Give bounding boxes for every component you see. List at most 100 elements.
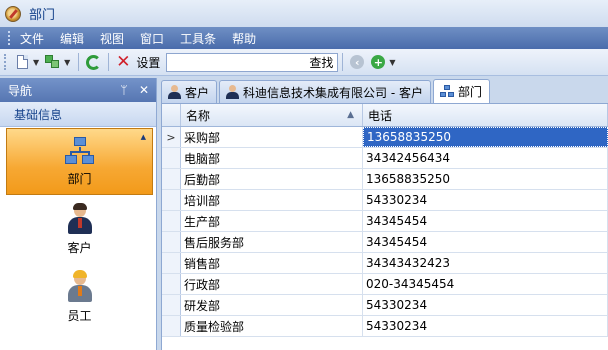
cell-phone[interactable]: 13658835250 [363, 169, 608, 189]
scroll-up-arrow-icon[interactable]: ▲ [141, 133, 146, 141]
window-title: 部门 [29, 8, 56, 23]
table-row[interactable]: 后勤部 13658835250 [162, 169, 608, 190]
row-indicator[interactable]: > [162, 127, 181, 147]
cell-name[interactable]: 采购部 [181, 127, 363, 147]
tab-department[interactable]: 部门 [432, 79, 490, 103]
cell-name[interactable]: 销售部 [181, 253, 363, 273]
menu-edit[interactable]: 编辑 [60, 30, 84, 47]
cell-name[interactable]: 研发部 [181, 295, 363, 315]
nav-item-label: 员工 [67, 308, 92, 323]
column-header-label: 名称 [186, 108, 211, 123]
row-indicator[interactable] [162, 211, 181, 231]
tab-label: 科迪信息技术集成有限公司 - 客户 [243, 85, 423, 100]
nav-header: 导航 ᛘ ✕ [0, 78, 156, 102]
tab-customer[interactable]: 客户 [161, 80, 218, 103]
cell-phone[interactable]: 54330234 [363, 190, 608, 210]
menu-help[interactable]: 帮助 [232, 30, 256, 47]
menu-file[interactable]: 文件 [20, 30, 44, 47]
new-dropdown-arrow-icon[interactable]: ▼ [33, 58, 39, 67]
row-indicator[interactable] [162, 148, 181, 168]
cell-name[interactable]: 培训部 [181, 190, 363, 210]
nav-group-label: 基础信息 [14, 107, 63, 122]
add-icon: + [371, 55, 386, 69]
nav-title: 导航 [8, 83, 33, 98]
sort-ascending-icon: ▲ [347, 110, 354, 120]
row-indicator[interactable] [162, 253, 181, 273]
nav-item-employee[interactable]: 员工 [6, 264, 153, 331]
menu-view[interactable]: 视图 [100, 30, 124, 47]
toolbar-overflow-arrow-icon[interactable]: ▼ [389, 58, 395, 67]
refresh-button[interactable] [83, 52, 103, 72]
close-x-icon: ✕ [116, 51, 131, 72]
back-button[interactable]: ‹ [347, 52, 367, 72]
tab-company-customer[interactable]: 科迪信息技术集成有限公司 - 客户 [219, 80, 431, 103]
table-row[interactable]: 行政部 020-34345454 [162, 274, 608, 295]
table-row[interactable]: 电脑部 34342456434 [162, 148, 608, 169]
search-button[interactable]: 查找 [309, 54, 333, 71]
compass-app-icon [5, 5, 21, 22]
cell-phone[interactable]: 54330234 [363, 316, 608, 336]
org-chart-icon [439, 85, 454, 98]
cell-name[interactable]: 质量检验部 [181, 316, 363, 336]
settings-button[interactable]: 设置 [136, 54, 160, 71]
nav-group-basic-info[interactable]: 基础信息 [0, 102, 156, 127]
cell-phone[interactable]: 54330234 [363, 295, 608, 315]
document-tabs: 客户 科迪信息技术集成有限公司 - 客户 部门 [161, 78, 608, 103]
cell-name[interactable]: 电脑部 [181, 148, 363, 168]
customer-icon [226, 85, 240, 99]
table-row[interactable]: > 采购部 13658835250 [162, 127, 608, 148]
pin-icon[interactable]: ᛘ [116, 83, 132, 97]
row-indicator[interactable] [162, 316, 181, 336]
tab-label: 客户 [185, 85, 210, 100]
modules-dropdown-arrow-icon[interactable]: ▼ [64, 58, 70, 67]
add-button[interactable]: + [368, 52, 388, 72]
menu-window[interactable]: 窗口 [140, 30, 164, 47]
table-row[interactable]: 生产部 34345454 [162, 211, 608, 232]
grid-header: 名称 ▲ 电话 [162, 104, 608, 127]
cell-phone[interactable]: 34345454 [363, 211, 608, 231]
row-indicator[interactable] [162, 295, 181, 315]
navigation-panel: 导航 ᛘ ✕ 基础信息 ▲ 部门 客户 员工 [0, 78, 157, 350]
table-row[interactable]: 销售部 34343432423 [162, 253, 608, 274]
column-header-phone[interactable]: 电话 [363, 104, 608, 126]
table-row[interactable]: 质量检验部 54330234 [162, 316, 608, 337]
table-row[interactable]: 培训部 54330234 [162, 190, 608, 211]
menu-grip-icon [8, 31, 12, 45]
delete-button[interactable]: ✕ [113, 52, 133, 72]
customer-icon [66, 202, 94, 234]
cell-name[interactable]: 售后服务部 [181, 232, 363, 252]
cell-phone[interactable]: 34342456434 [363, 148, 608, 168]
search-input[interactable]: 查找 [166, 52, 339, 72]
title-bar: 部门 [0, 0, 608, 27]
nav-item-label: 客户 [67, 240, 92, 255]
table-row[interactable]: 研发部 54330234 [162, 295, 608, 316]
cell-phone[interactable]: 13658835250 [363, 127, 608, 147]
column-header-name[interactable]: 名称 ▲ [181, 104, 363, 126]
modules-button[interactable] [43, 52, 63, 72]
new-button[interactable] [12, 52, 32, 72]
toolbar-separator [342, 53, 344, 71]
cell-phone[interactable]: 020-34345454 [363, 274, 608, 294]
cubes-icon [45, 55, 61, 69]
nav-item-label: 部门 [67, 171, 92, 186]
department-grid: 名称 ▲ 电话 > 采购部 13658835250 电脑部 34342456434 后勤部… [161, 103, 608, 350]
menu-toolbars[interactable]: 工具条 [180, 30, 216, 47]
row-indicator[interactable] [162, 169, 181, 189]
row-indicator[interactable] [162, 190, 181, 210]
org-chart-icon [64, 136, 95, 165]
toolbar-separator [78, 53, 80, 71]
cell-name[interactable]: 后勤部 [181, 169, 363, 189]
cell-phone[interactable]: 34343432423 [363, 253, 608, 273]
menu-bar: 文件 编辑 视图 窗口 工具条 帮助 [0, 27, 608, 49]
close-icon[interactable]: ✕ [136, 83, 152, 97]
table-row[interactable]: 售后服务部 34345454 [162, 232, 608, 253]
grid-body: > 采购部 13658835250 电脑部 34342456434 后勤部 13658835… [162, 127, 608, 337]
row-indicator[interactable] [162, 232, 181, 252]
row-indicator[interactable] [162, 274, 181, 294]
nav-item-department[interactable]: ▲ 部门 [6, 128, 153, 195]
cell-phone[interactable]: 34345454 [363, 232, 608, 252]
back-icon: ‹ [350, 55, 365, 69]
cell-name[interactable]: 生产部 [181, 211, 363, 231]
cell-name[interactable]: 行政部 [181, 274, 363, 294]
nav-item-customer[interactable]: 客户 [6, 196, 153, 263]
